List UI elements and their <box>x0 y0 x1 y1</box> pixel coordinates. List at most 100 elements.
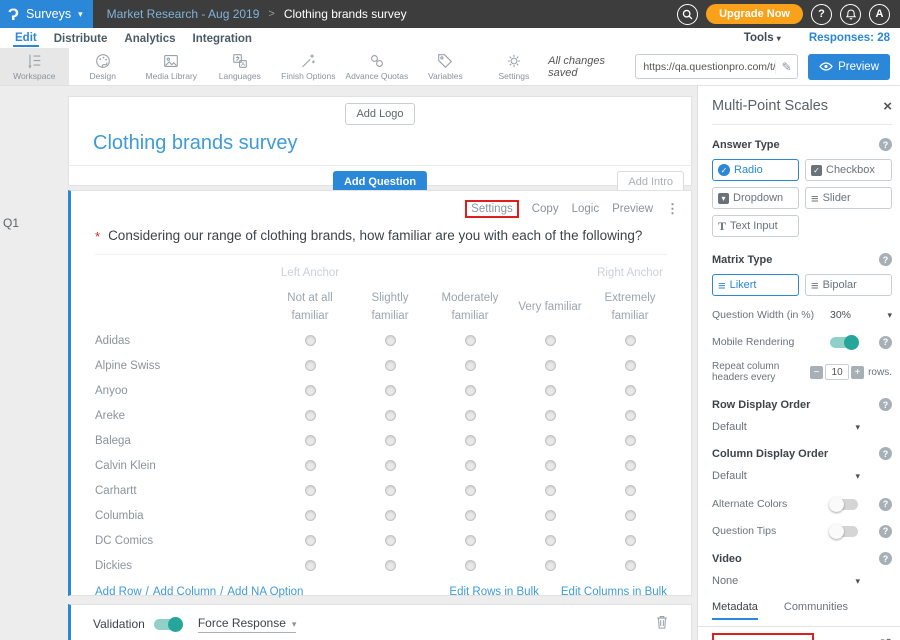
preview-action[interactable]: Preview <box>612 203 653 215</box>
radio-option[interactable] <box>465 435 476 446</box>
mobile-rendering-toggle[interactable] <box>830 337 858 348</box>
matrix-type-bipolar[interactable]: ≡Bipolar <box>805 274 892 296</box>
radio-option[interactable] <box>385 335 396 346</box>
plus-button[interactable]: + <box>851 366 864 379</box>
answer-type-text-input[interactable]: TText Input <box>712 215 799 237</box>
radio-option[interactable] <box>465 410 476 421</box>
breadcrumb-parent[interactable]: Market Research - Aug 2019 <box>107 7 260 21</box>
edit-columns-bulk-link[interactable]: Edit Columns in Bulk <box>561 586 667 598</box>
row-label[interactable]: Dickies <box>95 560 270 572</box>
kebab-menu-icon[interactable]: ⋮ <box>666 201 679 217</box>
survey-title[interactable]: Clothing brands survey <box>69 132 691 155</box>
radio-option[interactable] <box>545 510 556 521</box>
radio-option[interactable] <box>465 485 476 496</box>
radio-option[interactable] <box>305 535 316 546</box>
tab-communities[interactable]: Communities <box>784 601 848 620</box>
add-na-option-link[interactable]: Add NA Option <box>227 586 303 598</box>
radio-option[interactable] <box>545 410 556 421</box>
row-label[interactable]: Columbia <box>95 510 270 522</box>
nav-tab-distribute[interactable]: Distribute <box>52 31 110 46</box>
radio-option[interactable] <box>385 485 396 496</box>
column-display-order-select[interactable]: Default▾ <box>712 470 860 482</box>
radio-option[interactable] <box>625 335 636 346</box>
help-icon[interactable]: ? <box>879 525 892 538</box>
radio-option[interactable] <box>625 535 636 546</box>
help-icon[interactable]: ? <box>879 253 892 266</box>
row-label[interactable]: Carhartt <box>95 485 270 497</box>
answer-type-radio[interactable]: ✓Radio <box>712 159 799 181</box>
radio-option[interactable] <box>625 460 636 471</box>
radio-option[interactable] <box>305 460 316 471</box>
column-header[interactable]: Slightly familiar <box>350 290 430 326</box>
radio-option[interactable] <box>625 385 636 396</box>
radio-option[interactable] <box>305 360 316 371</box>
row-display-order-select[interactable]: Default▾ <box>712 421 860 433</box>
radio-option[interactable] <box>465 460 476 471</box>
radio-option[interactable] <box>625 560 636 571</box>
question-tips-toggle[interactable] <box>830 526 858 537</box>
radio-option[interactable] <box>625 510 636 521</box>
row-label[interactable]: Adidas <box>95 335 270 347</box>
column-header[interactable]: Extremely familiar <box>590 290 670 326</box>
nav-tab-analytics[interactable]: Analytics <box>122 31 177 46</box>
upgrade-now-button[interactable]: Upgrade Now <box>706 4 803 24</box>
radio-option[interactable] <box>545 385 556 396</box>
avatar[interactable]: A <box>869 4 890 25</box>
row-label[interactable]: Anyoo <box>95 385 270 397</box>
radio-option[interactable] <box>305 510 316 521</box>
copy-action[interactable]: Copy <box>532 203 559 215</box>
radio-option[interactable] <box>545 460 556 471</box>
toolbar-item-finish-options[interactable]: Finish Options <box>274 48 343 85</box>
radio-option[interactable] <box>385 460 396 471</box>
help-icon[interactable]: ? <box>879 447 892 460</box>
radio-option[interactable] <box>545 335 556 346</box>
nav-tab-edit[interactable]: Edit <box>13 30 39 47</box>
radio-option[interactable] <box>625 410 636 421</box>
row-label[interactable]: Alpine Swiss <box>95 360 270 372</box>
delete-question-button[interactable] <box>655 614 669 635</box>
toolbar-item-languages[interactable]: A Languages <box>206 48 275 85</box>
answer-type-dropdown[interactable]: ▾Dropdown <box>712 187 799 209</box>
minus-button[interactable]: − <box>810 366 823 379</box>
toolbar-item-workspace[interactable]: Workspace <box>0 48 69 85</box>
radio-option[interactable] <box>465 335 476 346</box>
row-label[interactable]: DC Comics <box>95 535 270 547</box>
survey-url-field[interactable]: https://qa.questionpro.com/t/APNrfZfQ ✎ <box>635 54 798 79</box>
preview-button[interactable]: Preview <box>808 54 890 80</box>
column-header[interactable]: Not at all familiar <box>270 290 350 326</box>
help-icon[interactable]: ? <box>879 138 892 151</box>
add-row-link[interactable]: Add Row <box>95 586 142 598</box>
column-header[interactable]: Moderately familiar <box>430 290 510 326</box>
help-icon[interactable]: ? <box>879 552 892 565</box>
radio-option[interactable] <box>625 485 636 496</box>
close-icon[interactable]: × <box>883 99 892 114</box>
app-logo-menu[interactable]: Ɂ Surveys ▾ <box>0 0 93 28</box>
add-column-link[interactable]: Add Column <box>153 586 216 598</box>
radio-option[interactable] <box>465 385 476 396</box>
edit-url-pencil-icon[interactable]: ✎ <box>775 60 797 74</box>
report-label-input[interactable] <box>712 633 814 640</box>
search-button[interactable] <box>677 4 698 25</box>
help-icon[interactable]: ? <box>879 336 892 349</box>
radio-option[interactable] <box>385 510 396 521</box>
radio-option[interactable] <box>625 360 636 371</box>
column-header[interactable]: Very familiar <box>510 299 590 317</box>
settings-action-annotated[interactable]: Settings <box>465 200 519 218</box>
toolbar-item-variables[interactable]: Variables <box>411 48 480 85</box>
nav-tab-integration[interactable]: Integration <box>191 31 254 46</box>
question-text[interactable]: Considering our range of clothing brands… <box>108 228 642 243</box>
tools-menu[interactable]: Tools ▾ <box>744 32 781 44</box>
responses-count[interactable]: Responses: 28 <box>809 32 890 44</box>
video-select[interactable]: None▾ <box>712 575 860 587</box>
notifications-button[interactable] <box>840 4 861 25</box>
toolbar-item-advance-quotas[interactable]: Advance Quotas <box>343 48 412 85</box>
answer-type-slider[interactable]: ≡Slider <box>805 187 892 209</box>
chevron-down-icon[interactable]: ▾ <box>887 310 892 321</box>
radio-option[interactable] <box>305 410 316 421</box>
left-anchor-placeholder[interactable]: Left Anchor <box>270 267 350 279</box>
right-anchor-placeholder[interactable]: Right Anchor <box>590 267 670 279</box>
radio-option[interactable] <box>385 410 396 421</box>
row-label[interactable]: Areke <box>95 410 270 422</box>
edit-rows-bulk-link[interactable]: Edit Rows in Bulk <box>449 586 538 598</box>
row-label[interactable]: Calvin Klein <box>95 460 270 472</box>
